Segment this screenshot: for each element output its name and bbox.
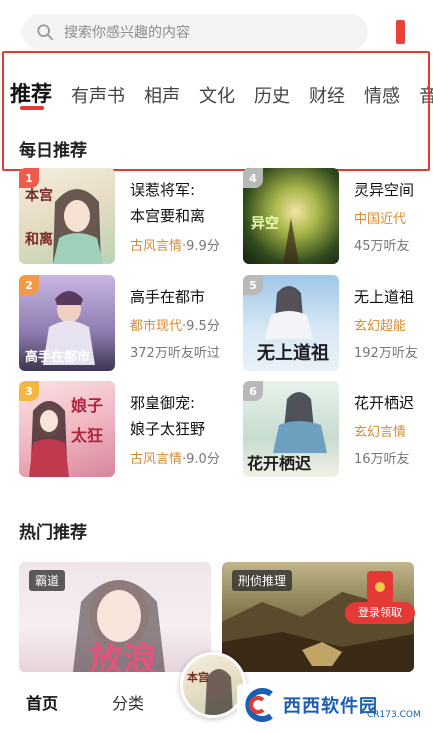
svg-text:异空: 异空 xyxy=(251,215,279,232)
book-genre: 玄幻言情 xyxy=(354,425,407,440)
red-envelope-icon xyxy=(367,571,393,603)
hot-card-tag: 霸道 xyxy=(29,570,66,591)
book-cover: 高手在都市 2 xyxy=(19,275,115,371)
daily-section-title: 每日推荐 xyxy=(19,141,87,161)
watermark-subtext: CR173.COM xyxy=(367,710,421,720)
svg-text:太狂: 太狂 xyxy=(70,426,103,445)
gift-icon[interactable] xyxy=(396,20,405,44)
rank-badge: 3 xyxy=(19,381,39,401)
rank-badge: 4 xyxy=(243,168,263,188)
book-cover: 花开栖迟 6 xyxy=(243,381,339,477)
book-cover: 娘子 太狂 3 xyxy=(19,381,115,477)
book-cover: 异空 4 xyxy=(243,168,339,264)
login-reward-button[interactable]: 登录领取 xyxy=(345,565,415,627)
svg-text:花开栖迟: 花开栖迟 xyxy=(247,454,311,473)
book-genre: 玄幻超能 xyxy=(354,319,407,334)
search-icon xyxy=(37,24,54,41)
watermark: 西西软件园 CR173.COM xyxy=(237,684,421,726)
book-title: 误惹将军: xyxy=(130,181,196,199)
listen-count: 192万听友 xyxy=(354,346,418,361)
tab-culture[interactable]: 文化 xyxy=(199,82,235,108)
nav-home[interactable]: 首页 xyxy=(26,690,58,714)
hot-card-tag: 刑侦推理 xyxy=(232,570,293,591)
book-title: 无上道祖 xyxy=(354,288,415,306)
genre-label: 古风言情 xyxy=(130,452,183,467)
rank-badge: 6 xyxy=(243,381,263,401)
svg-text:本宫: 本宫 xyxy=(25,187,53,204)
svg-text:本宫: 本宫 xyxy=(187,670,209,684)
listen-count: 45万听友 xyxy=(354,239,410,254)
book-item[interactable]: 无上道祖 5 无上道祖 玄幻超能 192万听友 xyxy=(243,275,433,371)
tab-music[interactable]: 音 xyxy=(419,82,433,108)
svg-text:高手在都市: 高手在都市 xyxy=(25,349,90,365)
book-cover: 本宫 和离 1 xyxy=(19,168,115,264)
book-item[interactable]: 娘子 太狂 3 邪皇御宠: 娘子太狂野 古风言情·9.0分 xyxy=(19,381,229,477)
book-title-line2: 本宫要和离 xyxy=(130,207,206,225)
rank-badge: 2 xyxy=(19,275,39,295)
book-genre: 中国近代 xyxy=(354,212,407,227)
genre-label: 古风言情 xyxy=(130,239,183,254)
book-item[interactable]: 花开栖迟 6 花开栖迟 玄幻言情 16万听友 xyxy=(243,381,433,477)
hot-card[interactable]: 放浪 霸道 xyxy=(19,562,211,672)
listen-count: 372万听友听过 xyxy=(130,346,220,361)
score-label: ·9.9分 xyxy=(182,239,220,254)
hot-card-text: 放浪 xyxy=(89,640,157,672)
genre-label: 都市现代 xyxy=(130,319,183,334)
tab-audiobook[interactable]: 有声书 xyxy=(71,82,125,108)
book-item[interactable]: 异空 4 灵异空间 中国近代 45万听友 xyxy=(243,168,433,264)
book-title: 花开栖迟 xyxy=(354,394,415,412)
book-genre: 古风言情·9.0分 xyxy=(130,448,220,467)
rank-badge: 5 xyxy=(243,275,263,295)
score-label: ·9.0分 xyxy=(182,452,220,467)
disc-cover-art: 本宫 xyxy=(187,669,233,715)
tab-finance[interactable]: 财经 xyxy=(309,82,345,108)
svg-text:无上道祖: 无上道祖 xyxy=(257,342,329,364)
score-label: ·9.5分 xyxy=(182,319,220,334)
hot-section-title: 热门推荐 xyxy=(19,523,87,543)
book-genre: 古风言情·9.9分 xyxy=(130,235,220,254)
tab-emotion[interactable]: 情感 xyxy=(364,82,400,108)
search-bar[interactable]: 搜索你感兴趣的内容 xyxy=(22,14,368,50)
book-title: 灵异空间 xyxy=(354,181,415,199)
book-cover: 无上道祖 5 xyxy=(243,275,339,371)
watermark-logo xyxy=(245,688,273,722)
nav-category[interactable]: 分类 xyxy=(112,690,144,714)
book-title: 高手在都市 xyxy=(130,288,206,306)
book-item[interactable]: 本宫 和离 1 误惹将军: 本宫要和离 古风言情·9.9分 xyxy=(19,168,229,264)
book-item[interactable]: 高手在都市 2 高手在都市 都市现代·9.5分 372万听友听过 xyxy=(19,275,229,371)
search-placeholder: 搜索你感兴趣的内容 xyxy=(64,25,190,41)
book-genre: 都市现代·9.5分 xyxy=(130,315,220,334)
svg-text:和离: 和离 xyxy=(25,231,53,248)
tab-crosstalk[interactable]: 相声 xyxy=(144,82,180,108)
tab-history[interactable]: 历史 xyxy=(254,82,290,108)
svg-text:娘子: 娘子 xyxy=(71,396,103,415)
rank-badge: 1 xyxy=(19,168,39,188)
category-tabs: 推荐 有声书 相声 文化 历史 财经 情感 音 xyxy=(10,72,433,108)
active-tab-indicator xyxy=(20,106,44,110)
listen-count: 16万听友 xyxy=(354,452,410,467)
watermark-text: 西西软件园 xyxy=(283,696,378,717)
book-title-line2: 娘子太狂野 xyxy=(130,420,206,438)
login-reward-label: 登录领取 xyxy=(345,602,415,624)
tab-recommend[interactable]: 推荐 xyxy=(10,78,52,108)
book-title: 邪皇御宠: xyxy=(130,394,196,412)
